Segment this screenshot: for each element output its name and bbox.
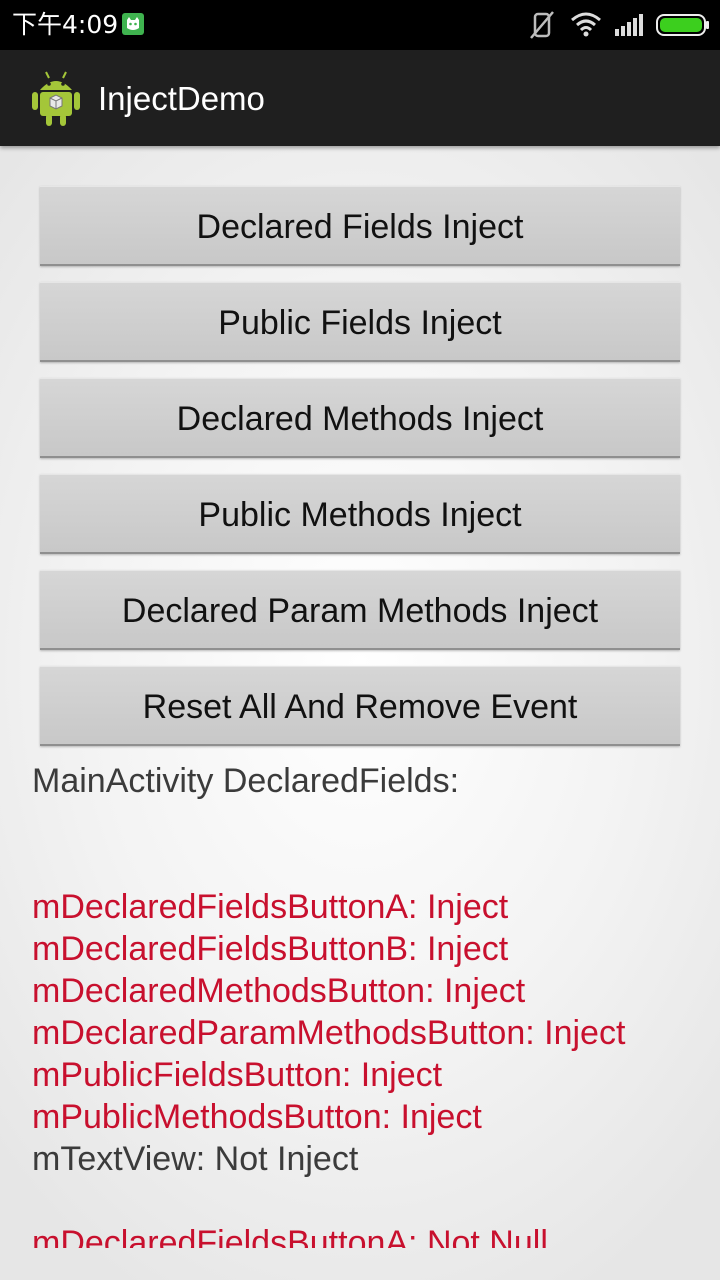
- signal-icon: [614, 14, 644, 40]
- log-text-view: MainActivity DeclaredFields: mDeclaredFi…: [32, 760, 712, 1248]
- log-line: mDeclaredMethodsButton: Inject: [32, 972, 526, 1010]
- log-line: mDeclaredFieldsButtonA: Inject: [32, 888, 509, 926]
- app-title: InjectDemo: [98, 80, 265, 117]
- log-header: MainActivity DeclaredFields:: [32, 762, 460, 800]
- declared-param-methods-inject-button[interactable]: Declared Param Methods Inject: [40, 570, 680, 650]
- status-bar: 下午4:09: [0, 0, 720, 50]
- log-line: mPublicFieldsButton: Inject: [32, 1056, 443, 1094]
- log-line: mDeclaredFieldsButtonB: Inject: [32, 930, 509, 968]
- log-line: mPublicMethodsButton: Inject: [32, 1098, 482, 1136]
- declared-methods-inject-button[interactable]: Declared Methods Inject: [40, 378, 680, 458]
- wifi-icon: [570, 10, 602, 42]
- status-time: 下午4:09: [12, 10, 119, 39]
- log-line-trailing: mDeclaredFieldsButtonA: Not Null: [32, 1224, 548, 1248]
- action-bar: InjectDemo: [0, 50, 720, 146]
- public-fields-inject-button[interactable]: Public Fields Inject: [40, 282, 680, 362]
- log-line: mDeclaredParamMethodsButton: Inject: [32, 1014, 626, 1052]
- notification-cat-icon: [122, 13, 144, 35]
- battery-icon: [656, 14, 710, 40]
- mute-icon: [527, 10, 557, 44]
- android-robot-icon[interactable]: [30, 70, 82, 128]
- declared-fields-inject-button[interactable]: Declared Fields Inject: [40, 186, 680, 266]
- public-methods-inject-button[interactable]: Public Methods Inject: [40, 474, 680, 554]
- log-line: mTextView: Not Inject: [32, 1140, 359, 1178]
- reset-all-remove-event-button[interactable]: Reset All And Remove Event: [40, 666, 680, 746]
